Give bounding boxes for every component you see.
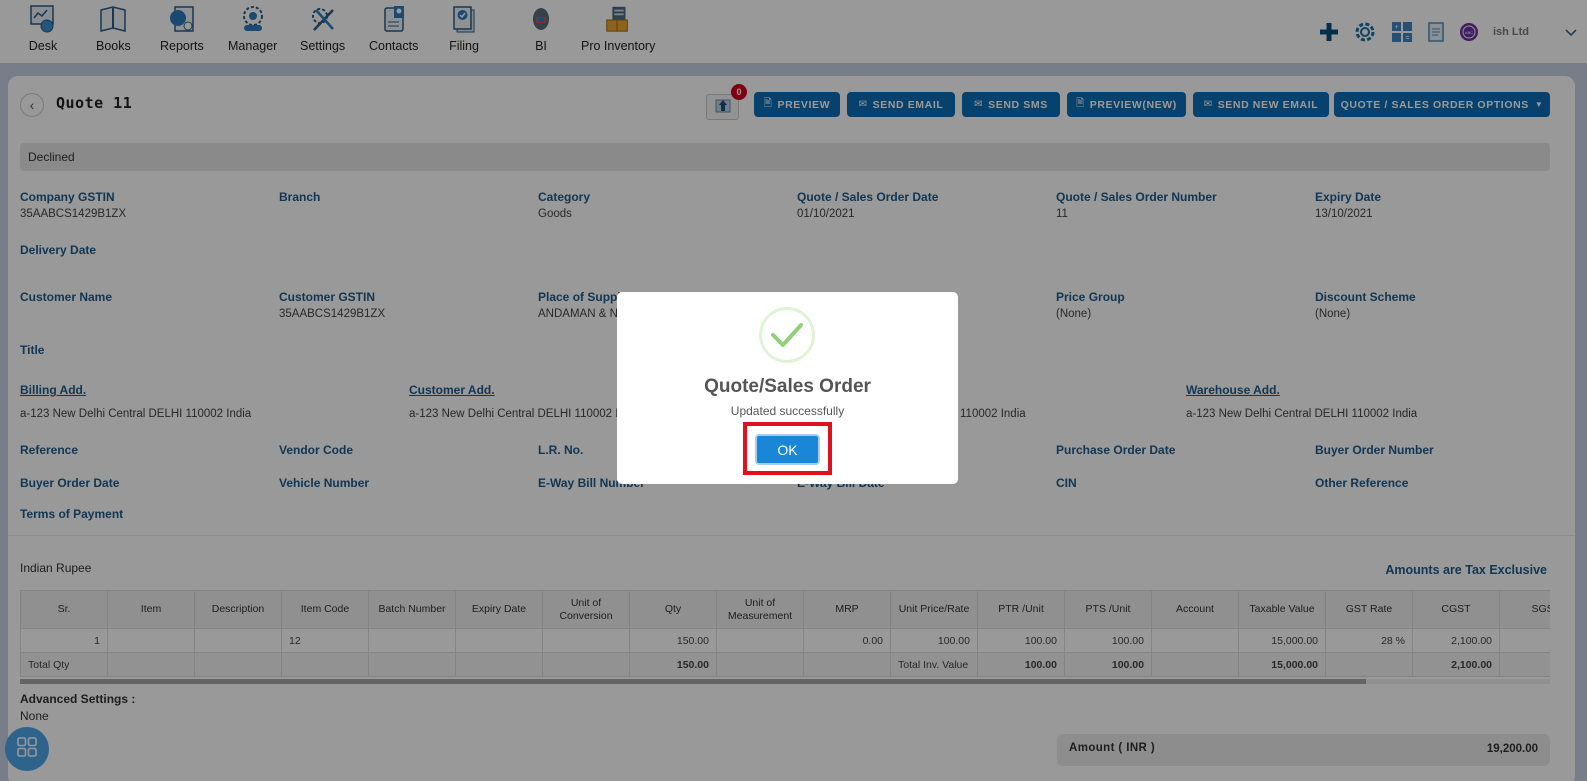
success-check-icon bbox=[759, 307, 815, 363]
dialog-title: Quote/Sales Order bbox=[704, 376, 871, 397]
ok-button[interactable]: OK bbox=[755, 434, 820, 465]
success-dialog: Quote/Sales Order Updated successfully O… bbox=[617, 292, 958, 484]
dialog-message: Updated successfully bbox=[730, 404, 845, 418]
